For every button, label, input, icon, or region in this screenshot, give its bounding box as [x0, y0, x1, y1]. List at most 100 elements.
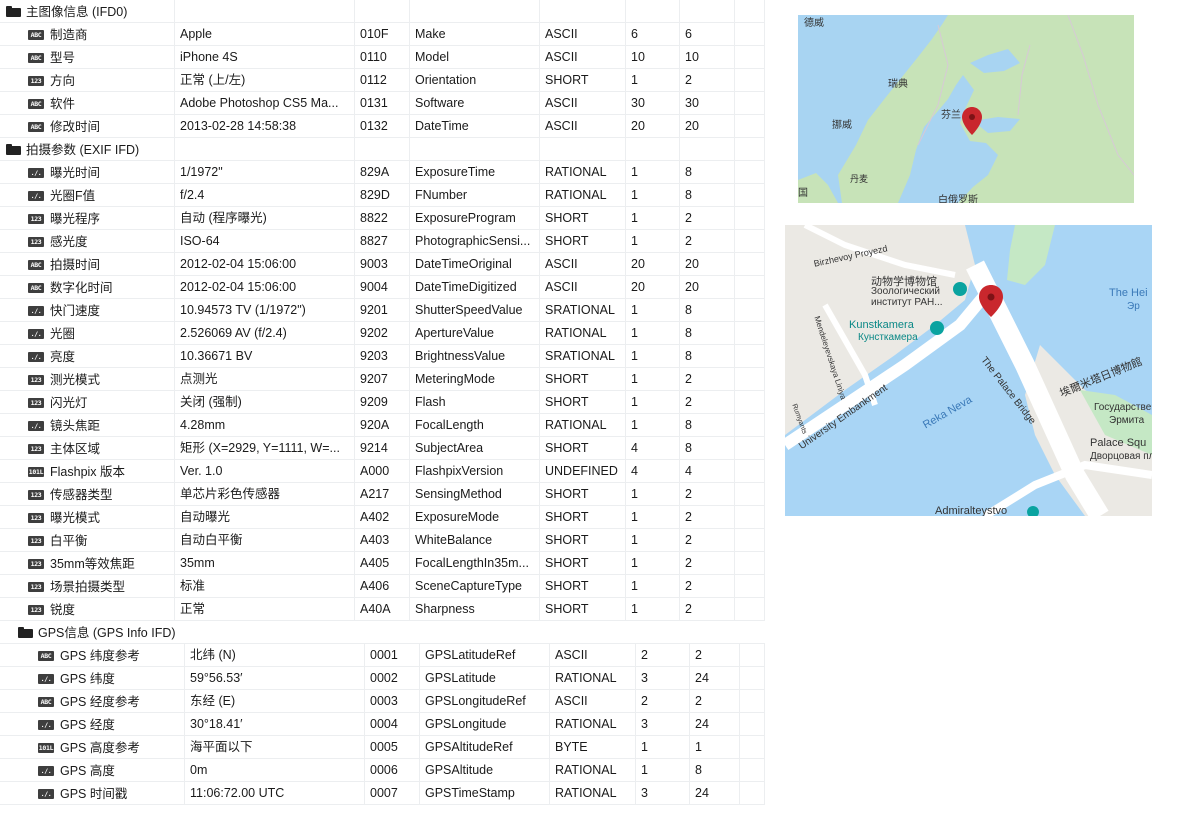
tag-id: 9003	[355, 253, 410, 275]
tag-size: 2	[680, 598, 735, 620]
tag-row[interactable]: 123 测光模式 点测光 9207 MeteringMode SHORT 1 2	[0, 368, 765, 391]
tag-row[interactable]: 123 锐度 正常 A40A Sharpness SHORT 1 2	[0, 598, 765, 621]
tag-row[interactable]: 123 场景拍摄类型 标准 A406 SceneCaptureType SHORT 1 2	[0, 575, 765, 598]
tag-name: Flashpix 版本	[50, 464, 126, 479]
map-label: 德威	[804, 18, 824, 29]
tag-count: 2	[636, 644, 690, 666]
tag-id: 829D	[355, 184, 410, 206]
tag-type: SHORT	[540, 529, 626, 551]
tag-id: 0110	[355, 46, 410, 68]
tag-type: SHORT	[540, 598, 626, 620]
tag-name: 镜头焦距	[50, 418, 101, 433]
tag-row[interactable]: 123 曝光程序 自动 (程序曝光) 8822 ExposureProgram SHORT…	[0, 207, 765, 230]
tag-count: 4	[626, 460, 680, 482]
tag-size: 2	[680, 552, 735, 574]
tag-row[interactable]: 123 白平衡 自动白平衡 A403 WhiteBalance SHORT 1 2	[0, 529, 765, 552]
tag-size: 20	[680, 253, 735, 275]
empty-cell	[540, 138, 626, 160]
tag-type-icon: ABC	[38, 650, 54, 661]
folder-icon	[18, 627, 33, 639]
empty-cell	[175, 0, 355, 22]
tag-type-icon: ABC	[28, 282, 44, 293]
tag-row[interactable]: ABC GPS 经度参考 东经 (E) 0003 GPSLongitudeRef ASCI…	[0, 690, 765, 713]
folder-icon	[6, 144, 21, 156]
tag-id: 010F	[355, 23, 410, 45]
tag-size: 8	[680, 299, 735, 321]
tag-row[interactable]: ./. GPS 经度 30°18.41′ 0004 GPSLongitude RATION…	[0, 713, 765, 736]
tag-type: SHORT	[540, 207, 626, 229]
tag-key: DateTime	[410, 115, 540, 137]
tag-count: 1	[636, 759, 690, 781]
section-header[interactable]: 拍摄参数 (EXIF IFD)	[0, 138, 765, 161]
tag-id: A405	[355, 552, 410, 574]
tag-row[interactable]: ./. GPS 高度 0m 0006 GPSAltitude RATIONAL 1 8	[0, 759, 765, 782]
tag-type-icon: ABC	[28, 29, 44, 40]
tag-value: 11:06:72.00 UTC	[185, 782, 365, 804]
tag-id: 9214	[355, 437, 410, 459]
tag-name: 白平衡	[50, 533, 88, 548]
tag-id: A40A	[355, 598, 410, 620]
empty-cell	[735, 598, 765, 620]
empty-cell	[735, 552, 765, 574]
empty-cell	[735, 23, 765, 45]
empty-cell	[735, 207, 765, 229]
tag-name: 场景拍摄类型	[50, 579, 126, 594]
tag-row[interactable]: ABC GPS 纬度参考 北纬 (N) 0001 GPSLatitudeRef ASCII…	[0, 644, 765, 667]
tag-row[interactable]: 123 闪光灯 关闭 (强制) 9209 Flash SHORT 1 2	[0, 391, 765, 414]
tag-type: ASCII	[540, 115, 626, 137]
tag-key: Software	[410, 92, 540, 114]
empty-cell	[735, 184, 765, 206]
tag-row[interactable]: ./. 光圈F值 f/2.4 829D FNumber RATIONAL 1 8	[0, 184, 765, 207]
empty-cell	[740, 759, 765, 781]
tag-value: 自动白平衡	[175, 529, 355, 551]
tag-row[interactable]: 123 曝光模式 自动曝光 A402 ExposureMode SHORT 1 2	[0, 506, 765, 529]
tag-row[interactable]: ABC 型号 iPhone 4S 0110 Model ASCII 10 10	[0, 46, 765, 69]
tag-row[interactable]: ./. GPS 纬度 59°56.53′ 0002 GPSLatitude RATIONA…	[0, 667, 765, 690]
map-overview[interactable]: 德威 瑞典 芬兰 挪威 丹麦 白俄罗斯 国	[798, 15, 1134, 203]
map-detail[interactable]: Birzhevoy Proyezd 动物学博物馆 Зоологический и…	[785, 225, 1152, 516]
tag-row[interactable]: ABC 数字化时间 2012-02-04 15:06:00 9004 DateTimeD…	[0, 276, 765, 299]
tag-value: Ver. 1.0	[175, 460, 355, 482]
empty-cell	[735, 46, 765, 68]
tag-row[interactable]: 123 方向 正常 (上/左) 0112 Orientation SHORT 1 2	[0, 69, 765, 92]
tag-row[interactable]: ABC 修改时间 2013-02-28 14:58:38 0132 DateTime AS…	[0, 115, 765, 138]
tag-row[interactable]: ABC 制造商 Apple 010F Make ASCII 6 6	[0, 23, 765, 46]
empty-cell	[680, 0, 735, 22]
tag-row[interactable]: 123 传感器类型 单芯片彩色传感器 A217 SensingMethod SHORT 1 2	[0, 483, 765, 506]
tag-id: 0003	[365, 690, 420, 712]
tag-row[interactable]: 123 35mm等效焦距 35mm A405 FocalLengthIn35m... SH…	[0, 552, 765, 575]
tag-row[interactable]: ./. 曝光时间 1/1972" 829A ExposureTime RATIONAL 1 8	[0, 161, 765, 184]
tag-row[interactable]: 101L Flashpix 版本 Ver. 1.0 A000 FlashpixVersi…	[0, 460, 765, 483]
tag-row[interactable]: 123 感光度 ISO-64 8827 PhotographicSensi... SHOR…	[0, 230, 765, 253]
tag-name: 拍摄时间	[50, 257, 101, 272]
tag-size: 24	[690, 782, 740, 804]
tag-row[interactable]: ABC 软件 Adobe Photoshop CS5 Ma... 0131 Softwa…	[0, 92, 765, 115]
tag-row[interactable]: ./. GPS 时间戳 11:06:72.00 UTC 0007 GPSTimeStam…	[0, 782, 765, 805]
tag-count: 3	[636, 667, 690, 689]
tag-value: 2012-02-04 15:06:00	[175, 253, 355, 275]
tag-row[interactable]: ./. 快门速度 10.94573 TV (1/1972") 9201 ShutterS…	[0, 299, 765, 322]
tag-count: 1	[626, 299, 680, 321]
tag-row[interactable]: ./. 镜头焦距 4.28mm 920A FocalLength RATIONAL 1 8	[0, 414, 765, 437]
tag-row[interactable]: 101L GPS 高度参考 海平面以下 0005 GPSAltitudeRef BYTE 1…	[0, 736, 765, 759]
empty-cell	[735, 483, 765, 505]
tag-count: 1	[626, 368, 680, 390]
section-header[interactable]: GPS信息 (GPS Info IFD)	[0, 621, 765, 644]
tag-count: 1	[626, 598, 680, 620]
section-header[interactable]: 主图像信息 (IFD0)	[0, 0, 765, 23]
tag-id: A000	[355, 460, 410, 482]
tag-id: 920A	[355, 414, 410, 436]
tag-size: 8	[680, 161, 735, 183]
tag-row[interactable]: 123 主体区域 矩形 (X=2929, Y=1111, W=... 9214 Subj…	[0, 437, 765, 460]
tag-row[interactable]: ./. 光圈 2.526069 AV (f/2.4) 9202 ApertureValu…	[0, 322, 765, 345]
tag-id: 0001	[365, 644, 420, 666]
map-label: The Hei	[1109, 287, 1148, 299]
tag-name: 感光度	[50, 234, 88, 249]
tag-value: 35mm	[175, 552, 355, 574]
section-title: 拍摄参数 (EXIF IFD)	[26, 142, 140, 157]
tag-row[interactable]: ABC 拍摄时间 2012-02-04 15:06:00 9003 DateTimeOr…	[0, 253, 765, 276]
tag-row[interactable]: ./. 亮度 10.36671 BV 9203 BrightnessValue SRATI…	[0, 345, 765, 368]
tag-id: 0132	[355, 115, 410, 137]
tag-key: PhotographicSensi...	[410, 230, 540, 252]
tag-size: 2	[690, 690, 740, 712]
